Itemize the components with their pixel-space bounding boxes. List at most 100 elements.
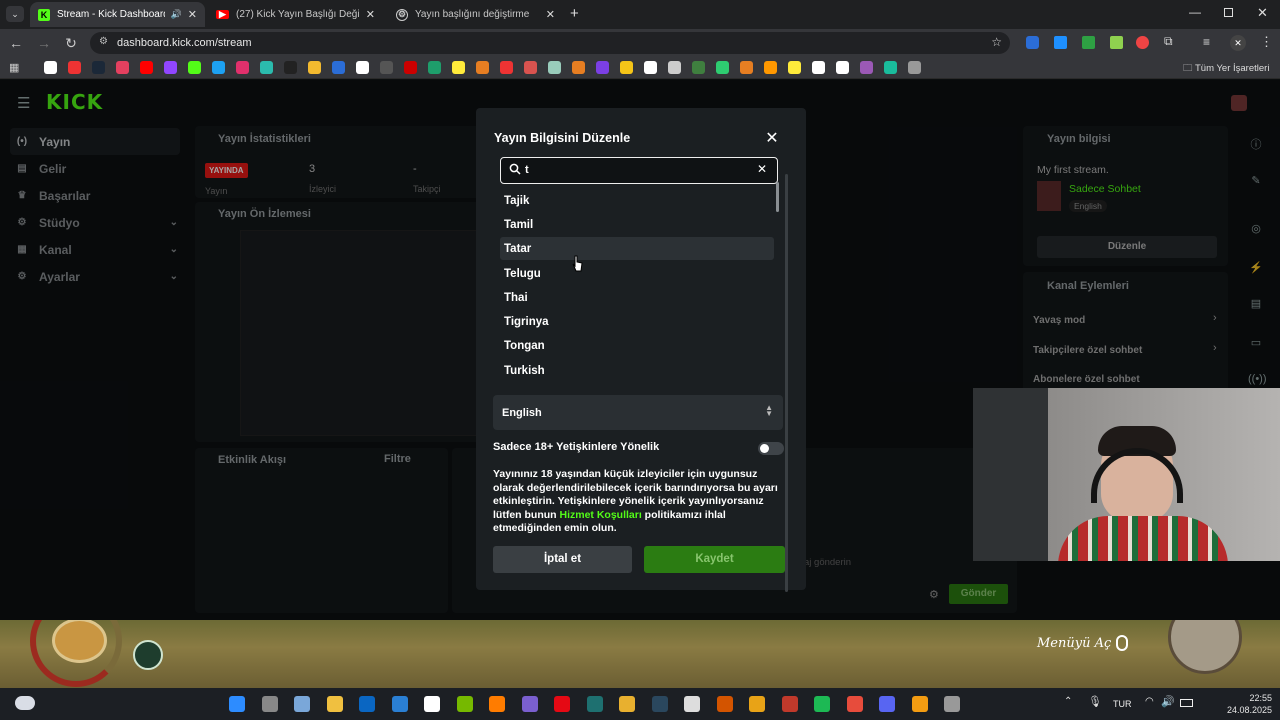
bookmark-favicon-icon[interactable] xyxy=(404,61,417,74)
reload-icon[interactable]: ↻ xyxy=(63,35,79,51)
bookmark-favicon-icon[interactable] xyxy=(836,61,849,74)
extension-icon[interactable] xyxy=(1082,36,1095,49)
tab-close-icon[interactable]: ✕ xyxy=(546,8,555,21)
search-input[interactable] xyxy=(525,161,745,179)
tray-chevron-icon[interactable]: ⌃ xyxy=(1064,696,1072,707)
tab-close-icon[interactable]: ✕ xyxy=(188,8,197,21)
language-option[interactable]: Tajik xyxy=(500,189,774,212)
taskbar-app-icon[interactable] xyxy=(944,696,960,712)
bookmark-favicon-icon[interactable] xyxy=(68,61,81,74)
bookmark-favicon-icon[interactable] xyxy=(116,61,129,74)
bookmark-favicon-icon[interactable] xyxy=(308,61,321,74)
cancel-button[interactable]: İptal et xyxy=(493,546,632,573)
apps-grid-icon[interactable]: ▦ xyxy=(9,61,19,74)
bookmark-favicon-icon[interactable] xyxy=(716,61,729,74)
language-option[interactable]: Telugu xyxy=(500,262,774,285)
close-icon[interactable]: ✕ xyxy=(765,128,779,148)
bookmark-favicon-icon[interactable] xyxy=(188,61,201,74)
list-scrollbar[interactable] xyxy=(776,182,779,212)
weather-icon[interactable] xyxy=(15,696,35,710)
reading-list-icon[interactable]: ≡ xyxy=(1203,35,1210,49)
bookmark-favicon-icon[interactable] xyxy=(620,61,633,74)
tab-kick-dashboard[interactable]: K Stream - Kick Dashboard 🔊 ✕ xyxy=(30,2,205,27)
language-option[interactable]: Thai xyxy=(500,286,774,309)
maximize-icon[interactable] xyxy=(1224,8,1233,17)
taskbar-app-icon[interactable] xyxy=(846,696,863,712)
bookmark-favicon-icon[interactable] xyxy=(572,61,585,74)
microphone-icon[interactable]: 🎙 xyxy=(1088,695,1102,708)
taskbar-app-icon[interactable] xyxy=(911,696,928,712)
taskbar-app-icon[interactable] xyxy=(489,696,505,712)
bookmark-favicon-icon[interactable] xyxy=(236,61,249,74)
tab-search-result[interactable]: ⚙ Yayın başlığını değiştirme ✕ xyxy=(388,2,563,27)
language-option[interactable]: Tigrinya xyxy=(500,310,774,333)
taskbar-app-icon[interactable] xyxy=(554,696,570,712)
taskbar-app-icon[interactable] xyxy=(586,696,603,712)
taskbar-app-icon[interactable] xyxy=(294,696,310,712)
new-tab-icon[interactable]: + xyxy=(570,5,579,22)
modal-scrollbar[interactable] xyxy=(785,174,788,592)
taskbar-app-icon[interactable] xyxy=(456,696,473,712)
extension-icon[interactable] xyxy=(1136,36,1149,49)
bookmark-favicon-icon[interactable] xyxy=(356,61,369,74)
bookmark-favicon-icon[interactable] xyxy=(860,61,873,74)
taskbar-app-icon[interactable] xyxy=(781,696,798,712)
profile-icon[interactable]: ✕ xyxy=(1230,35,1246,51)
bookmark-favicon-icon[interactable] xyxy=(740,61,753,74)
url-field[interactable]: ⚙ dashboard.kick.com/stream ☆ xyxy=(90,32,1010,54)
language-option[interactable]: Tongan xyxy=(500,334,774,357)
bookmark-favicon-icon[interactable] xyxy=(284,61,297,74)
bookmark-favicon-icon[interactable] xyxy=(644,61,657,74)
bookmark-favicon-icon[interactable] xyxy=(692,61,705,74)
bookmark-favicon-icon[interactable] xyxy=(260,61,273,74)
save-button[interactable]: Kaydet xyxy=(644,546,785,573)
bookmark-favicon-icon[interactable] xyxy=(812,61,825,74)
puzzle-icon[interactable]: ⧉ xyxy=(1164,34,1173,49)
system-clock[interactable]: 22:55 24.08.2025 xyxy=(1227,692,1272,716)
bookmark-favicon-icon[interactable] xyxy=(476,61,489,74)
taskbar-app-icon[interactable] xyxy=(359,696,375,712)
tab-youtube[interactable]: ▶ (27) Kick Yayın Başlığı Değiştirm ✕ xyxy=(208,2,383,27)
taskbar-app-icon[interactable] xyxy=(261,696,278,712)
bookmark-favicon-icon[interactable] xyxy=(428,61,441,74)
language-option[interactable]: Tatar xyxy=(500,237,774,260)
tab-search-icon[interactable]: ⌄ xyxy=(6,6,24,22)
taskbar-app-icon[interactable] xyxy=(716,696,733,712)
taskbar-app-icon[interactable] xyxy=(521,696,538,712)
wifi-icon[interactable]: ◠ xyxy=(1145,696,1154,707)
bookmark-favicon-icon[interactable] xyxy=(788,61,801,74)
extension-icon[interactable] xyxy=(1026,36,1039,49)
close-window-icon[interactable]: ✕ xyxy=(1257,5,1268,21)
bookmark-favicon-icon[interactable] xyxy=(164,61,177,74)
taskbar-app-icon[interactable] xyxy=(651,696,668,712)
audio-icon[interactable]: 🔊 xyxy=(171,9,182,20)
language-option[interactable]: Tamil xyxy=(500,213,774,236)
taskbar-app-icon[interactable] xyxy=(229,696,245,712)
menu-kebab-icon[interactable]: ⋮ xyxy=(1260,34,1273,50)
bookmark-star-icon[interactable]: ☆ xyxy=(991,35,1002,49)
taskbar-app-icon[interactable] xyxy=(814,696,830,712)
extension-icon[interactable] xyxy=(1110,36,1123,49)
forward-icon[interactable]: → xyxy=(36,35,52,51)
taskbar-app-icon[interactable] xyxy=(326,696,343,712)
taskbar-app-icon[interactable] xyxy=(684,696,700,712)
bookmark-favicon-icon[interactable] xyxy=(764,61,777,74)
tab-close-icon[interactable]: ✕ xyxy=(366,8,375,21)
taskbar-app-icon[interactable] xyxy=(749,696,765,712)
bookmark-favicon-icon[interactable] xyxy=(596,61,609,74)
terms-link[interactable]: Hizmet Koşulları xyxy=(559,509,641,521)
volume-icon[interactable]: 🔊 xyxy=(1161,695,1175,708)
bookmark-favicon-icon[interactable] xyxy=(44,61,57,74)
taskbar-app-icon[interactable] xyxy=(391,696,408,712)
bookmark-favicon-icon[interactable] xyxy=(668,61,681,74)
language-select[interactable]: English ▲ ▼ xyxy=(493,395,783,430)
bookmark-favicon-icon[interactable] xyxy=(524,61,537,74)
taskbar-app-icon[interactable] xyxy=(879,696,895,712)
language-search[interactable]: ✕ xyxy=(500,157,778,184)
bookmark-favicon-icon[interactable] xyxy=(212,61,225,74)
bookmark-favicon-icon[interactable] xyxy=(548,61,561,74)
taskbar-app-icon[interactable] xyxy=(619,696,635,712)
bookmark-favicon-icon[interactable] xyxy=(908,61,921,74)
bookmark-favicon-icon[interactable] xyxy=(140,61,153,74)
clear-icon[interactable]: ✕ xyxy=(757,162,767,176)
